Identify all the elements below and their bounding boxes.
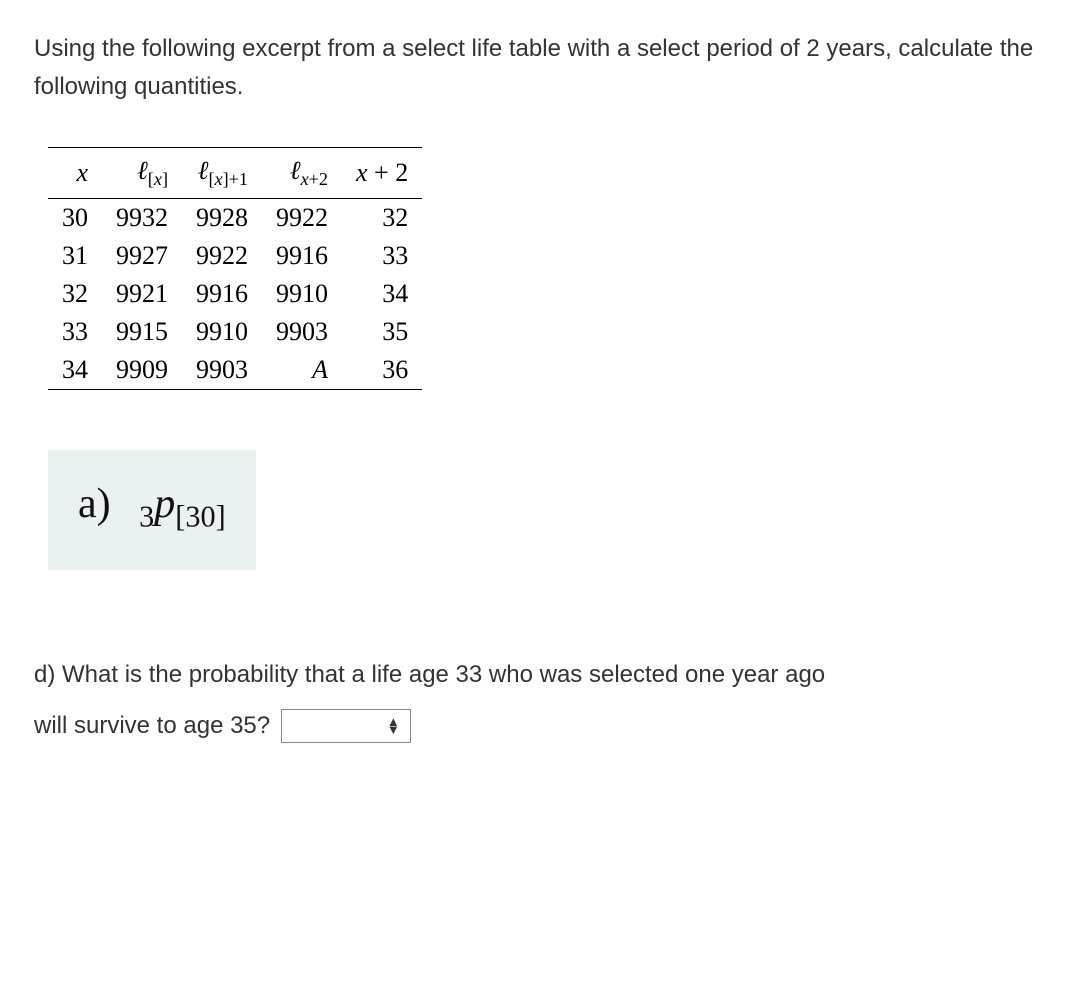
- cell-lx: 9932: [102, 198, 182, 237]
- cell-x: 33: [48, 313, 102, 351]
- cell-x: 34: [48, 351, 102, 390]
- cell-lx: 9927: [102, 237, 182, 275]
- cell-lx2: 9916: [262, 237, 342, 275]
- cell-xp2: 35: [342, 313, 422, 351]
- table-row: 3299219916991034: [48, 275, 422, 313]
- part-a-formula: a) 3p[30]: [78, 481, 226, 527]
- part-a-var: p: [154, 481, 175, 527]
- cell-lx1: 9916: [182, 275, 262, 313]
- cell-lx1: 9903: [182, 351, 262, 390]
- col-x: x: [48, 147, 102, 198]
- col-lx2: ℓx+2: [262, 147, 342, 198]
- table-row: 3399159910990335: [48, 313, 422, 351]
- cell-lx: 9909: [102, 351, 182, 390]
- cell-lx1: 9928: [182, 198, 262, 237]
- part-a-presub: 3: [139, 499, 154, 533]
- cell-lx2: A: [262, 351, 342, 390]
- table-row: 3099329928992232: [48, 198, 422, 237]
- cell-lx2: 9910: [262, 275, 342, 313]
- cell-lx: 9915: [102, 313, 182, 351]
- cell-xp2: 32: [342, 198, 422, 237]
- col-lx: ℓ[x]: [102, 147, 182, 198]
- part-a-label: a): [78, 481, 111, 527]
- life-table-body: 3099329928992232319927992299163332992199…: [48, 198, 422, 389]
- question-prompt: Using the following excerpt from a selec…: [34, 30, 1046, 107]
- cell-lx2: 9903: [262, 313, 342, 351]
- table-row: 3499099903A36: [48, 351, 422, 390]
- life-table-wrap: x ℓ[x] ℓ[x]+1 ℓx+2 x + 2 309932992899223…: [48, 147, 1046, 390]
- cell-lx1: 9922: [182, 237, 262, 275]
- part-a-postsub: [30]: [175, 499, 225, 533]
- part-a-box: a) 3p[30]: [48, 450, 256, 570]
- cell-xp2: 33: [342, 237, 422, 275]
- life-table: x ℓ[x] ℓ[x]+1 ℓx+2 x + 2 309932992899223…: [48, 147, 422, 390]
- part-d-line1: d) What is the probability that a life a…: [34, 661, 825, 688]
- part-d-question: d) What is the probability that a life a…: [34, 650, 1046, 751]
- table-row: 3199279922991633: [48, 237, 422, 275]
- cell-xp2: 34: [342, 275, 422, 313]
- answer-select[interactable]: ▲▼: [281, 709, 411, 743]
- cell-lx: 9921: [102, 275, 182, 313]
- question-page: Using the following excerpt from a selec…: [0, 0, 1080, 781]
- cell-lx2: 9922: [262, 198, 342, 237]
- stepper-arrows-icon: ▲▼: [387, 718, 400, 734]
- cell-lx1: 9910: [182, 313, 262, 351]
- col-lx1: ℓ[x]+1: [182, 147, 262, 198]
- col-xp2: x + 2: [342, 147, 422, 198]
- part-d-line2: will survive to age 35?: [34, 712, 270, 739]
- cell-xp2: 36: [342, 351, 422, 390]
- cell-x: 32: [48, 275, 102, 313]
- cell-x: 31: [48, 237, 102, 275]
- cell-x: 30: [48, 198, 102, 237]
